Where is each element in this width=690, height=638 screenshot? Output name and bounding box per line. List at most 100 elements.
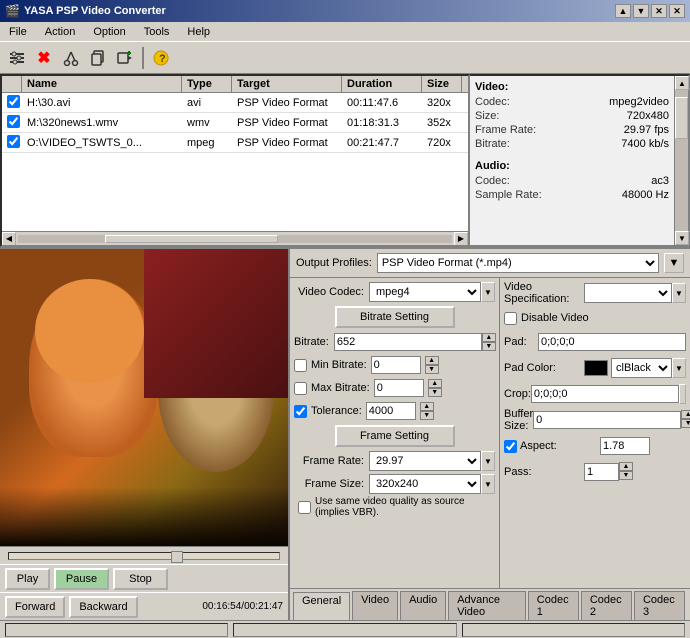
vscroll-up-button[interactable]: ▲	[675, 76, 689, 90]
list-item[interactable]: H:\30.avi avi PSP Video Format 00:11:47.…	[2, 93, 468, 113]
delete-button[interactable]: ✖	[32, 46, 56, 70]
crop-input[interactable]	[531, 385, 679, 403]
hscroll-thumb[interactable]	[105, 235, 279, 243]
add-video-button[interactable]	[113, 46, 137, 70]
pad-color-swatch[interactable]	[584, 360, 608, 376]
tolerance-up[interactable]: ▲	[420, 402, 434, 411]
buffer-size-down[interactable]: ▼	[681, 419, 690, 428]
close-button2[interactable]: ✕	[669, 4, 685, 18]
seek-thumb[interactable]	[171, 551, 183, 563]
menu-tools[interactable]: Tools	[140, 25, 174, 39]
buffer-size-input[interactable]	[533, 411, 681, 429]
scroll-right-button[interactable]: ▶	[454, 232, 468, 246]
menu-action[interactable]: Action	[41, 25, 80, 39]
backward-button[interactable]: Backward	[69, 596, 137, 618]
pad-color-select[interactable]: clBlack	[611, 358, 672, 378]
min-bitrate-down[interactable]: ▼	[425, 365, 439, 374]
col-type-header[interactable]: Type	[182, 76, 232, 92]
list-item[interactable]: M:\320news1.wmv wmv PSP Video Format 01:…	[2, 113, 468, 133]
pass-input[interactable]	[584, 463, 619, 481]
video-codec-select[interactable]: mpeg4	[369, 282, 481, 302]
vscroll-thumb[interactable]	[675, 97, 688, 139]
frame-rate-select[interactable]: 29.97	[369, 451, 481, 471]
frame-setting-button[interactable]: Frame Setting	[335, 425, 455, 447]
tolerance-down[interactable]: ▼	[420, 411, 434, 420]
copy-button[interactable]	[86, 46, 110, 70]
list-item[interactable]: O:\VIDEO_TSWTS_0... mpeg PSP Video Forma…	[2, 133, 468, 153]
frame-rate-dropdown-btn[interactable]: ▼	[481, 451, 495, 471]
vscroll-down-button[interactable]: ▼	[675, 231, 689, 245]
row3-check[interactable]	[7, 135, 20, 148]
info-vscrollbar[interactable]: ▲ ▼	[674, 76, 688, 245]
tolerance-input[interactable]	[366, 402, 416, 420]
bitrate-setting-button[interactable]: Bitrate Setting	[335, 306, 455, 328]
pad-input[interactable]	[538, 333, 686, 351]
crop-btn[interactable]	[679, 384, 686, 404]
info-button[interactable]: ?	[149, 46, 173, 70]
row2-check[interactable]	[7, 115, 20, 128]
aspect-check[interactable]	[504, 440, 517, 453]
frame-size-dropdown-btn[interactable]: ▼	[481, 474, 495, 494]
frame-size-select[interactable]: 320x240	[369, 474, 481, 494]
menu-file[interactable]: File	[5, 25, 31, 39]
tab-codec3[interactable]: Codec 3	[634, 591, 685, 620]
min-bitrate-up[interactable]: ▲	[425, 356, 439, 365]
col-target-header[interactable]: Target	[232, 76, 342, 92]
bitrate-up[interactable]: ▲	[482, 333, 496, 342]
min-bitrate-spinner[interactable]: ▲ ▼	[425, 356, 439, 374]
disable-video-check[interactable]	[504, 312, 517, 325]
col-duration-header[interactable]: Duration	[342, 76, 422, 92]
max-bitrate-check[interactable]	[294, 382, 307, 395]
output-profiles-select[interactable]: PSP Video Format (*.mp4)	[377, 253, 659, 273]
pass-spinner[interactable]: ▲ ▼	[619, 462, 633, 482]
stop-button[interactable]: Stop	[113, 568, 168, 590]
hscroll-track[interactable]	[18, 235, 452, 243]
pad-color-dropdown-btn[interactable]: ▼	[672, 358, 686, 378]
tab-codec1[interactable]: Codec 1	[528, 591, 579, 620]
profiles-dropdown-button[interactable]: ▼	[664, 253, 684, 273]
max-bitrate-down[interactable]: ▼	[428, 388, 442, 397]
codec-dropdown-btn[interactable]: ▼	[481, 282, 495, 302]
seek-slider[interactable]	[8, 552, 280, 560]
use-quality-check[interactable]	[298, 501, 311, 514]
max-bitrate-input[interactable]	[374, 379, 424, 397]
tab-advance-video[interactable]: Advance Video	[448, 591, 526, 620]
tolerance-check[interactable]	[294, 405, 307, 418]
horizontal-scrollbar[interactable]: ◀ ▶	[2, 231, 468, 245]
buffer-size-spinner[interactable]: ▲ ▼	[681, 410, 690, 430]
row1-target: PSP Video Format	[232, 96, 342, 110]
row1-check[interactable]	[7, 95, 20, 108]
tab-video[interactable]: Video	[352, 591, 398, 620]
minimize-button[interactable]: ▲	[615, 4, 631, 18]
menu-help[interactable]: Help	[183, 25, 214, 39]
tab-audio[interactable]: Audio	[400, 591, 446, 620]
pause-button[interactable]: Pause	[54, 568, 109, 590]
video-spec-select[interactable]	[584, 283, 672, 303]
bitrate-input[interactable]	[334, 333, 482, 351]
tab-codec2[interactable]: Codec 2	[581, 591, 632, 620]
col-name-header[interactable]: Name	[22, 76, 182, 92]
max-bitrate-up[interactable]: ▲	[428, 379, 442, 388]
close-button[interactable]: ✕	[651, 4, 667, 18]
menu-option[interactable]: Option	[89, 25, 129, 39]
aspect-input[interactable]	[600, 437, 650, 455]
restore-button[interactable]: ▼	[633, 4, 649, 18]
forward-button[interactable]: Forward	[5, 596, 65, 618]
scroll-left-button[interactable]: ◀	[2, 232, 16, 246]
col-size-header[interactable]: Size	[422, 76, 462, 92]
min-bitrate-check[interactable]	[294, 359, 307, 372]
pass-down[interactable]: ▼	[619, 471, 633, 480]
min-bitrate-input[interactable]	[371, 356, 421, 374]
pass-up[interactable]: ▲	[619, 462, 633, 471]
max-bitrate-spinner[interactable]: ▲ ▼	[428, 379, 442, 397]
bitrate-down[interactable]: ▼	[482, 342, 496, 351]
video-spec-dropdown-btn[interactable]: ▼	[672, 283, 686, 303]
cut-button[interactable]	[59, 46, 83, 70]
tolerance-spinner[interactable]: ▲ ▼	[420, 402, 434, 420]
play-button[interactable]: Play	[5, 568, 50, 590]
settings-button[interactable]	[5, 46, 29, 70]
vscroll-track[interactable]	[675, 90, 688, 231]
bitrate-spinner[interactable]: ▲ ▼	[482, 333, 496, 351]
buffer-size-up[interactable]: ▲	[681, 410, 690, 419]
tab-general[interactable]: General	[293, 592, 350, 620]
